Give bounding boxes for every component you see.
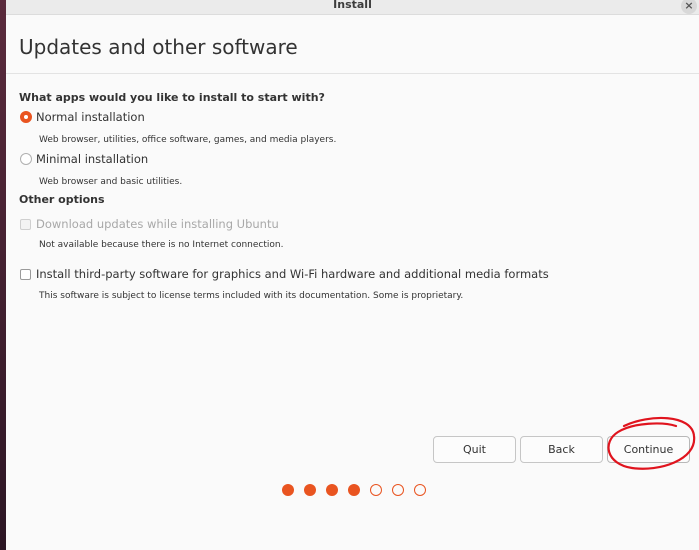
page-title: Updates and other software <box>19 35 298 59</box>
progress-dot <box>304 484 316 496</box>
progress-dot <box>326 484 338 496</box>
download-updates-label: Download updates while installing Ubuntu <box>36 217 279 231</box>
quit-button[interactable]: Quit <box>433 436 516 463</box>
third-party-label: Install third-party software for graphic… <box>36 267 549 281</box>
title-bar: Install × <box>6 0 699 15</box>
progress-dot <box>414 484 426 496</box>
installer-window: Install × Updates and other software Wha… <box>6 0 699 550</box>
normal-installation-option[interactable]: Normal installation <box>20 110 145 124</box>
continue-button[interactable]: Continue <box>607 436 690 463</box>
close-button[interactable]: × <box>681 0 697 14</box>
page-header: Updates and other software <box>6 15 699 74</box>
normal-installation-description: Web browser, utilities, office software,… <box>39 135 337 145</box>
back-button[interactable]: Back <box>520 436 603 463</box>
download-updates-option: Download updates while installing Ubuntu <box>20 217 279 231</box>
minimal-installation-label: Minimal installation <box>36 152 149 166</box>
third-party-checkbox[interactable] <box>20 268 31 280</box>
third-party-description: This software is subject to license term… <box>39 291 464 301</box>
minimal-installation-description: Web browser and basic utilities. <box>39 177 183 187</box>
progress-dot <box>392 484 404 496</box>
window-title: Install <box>333 0 372 11</box>
apps-question: What apps would you like to install to s… <box>19 91 325 104</box>
normal-installation-label: Normal installation <box>36 110 145 124</box>
progress-dot <box>282 484 294 496</box>
minimal-installation-radio[interactable] <box>20 153 32 165</box>
download-updates-checkbox <box>20 218 31 230</box>
progress-dot <box>370 484 382 496</box>
other-options-heading: Other options <box>19 193 105 206</box>
third-party-option[interactable]: Install third-party software for graphic… <box>20 267 549 281</box>
minimal-installation-option[interactable]: Minimal installation <box>20 152 148 166</box>
download-updates-description: Not available because there is no Intern… <box>39 240 284 250</box>
normal-installation-radio[interactable] <box>20 111 32 123</box>
progress-dots <box>282 484 426 496</box>
progress-dot <box>348 484 360 496</box>
